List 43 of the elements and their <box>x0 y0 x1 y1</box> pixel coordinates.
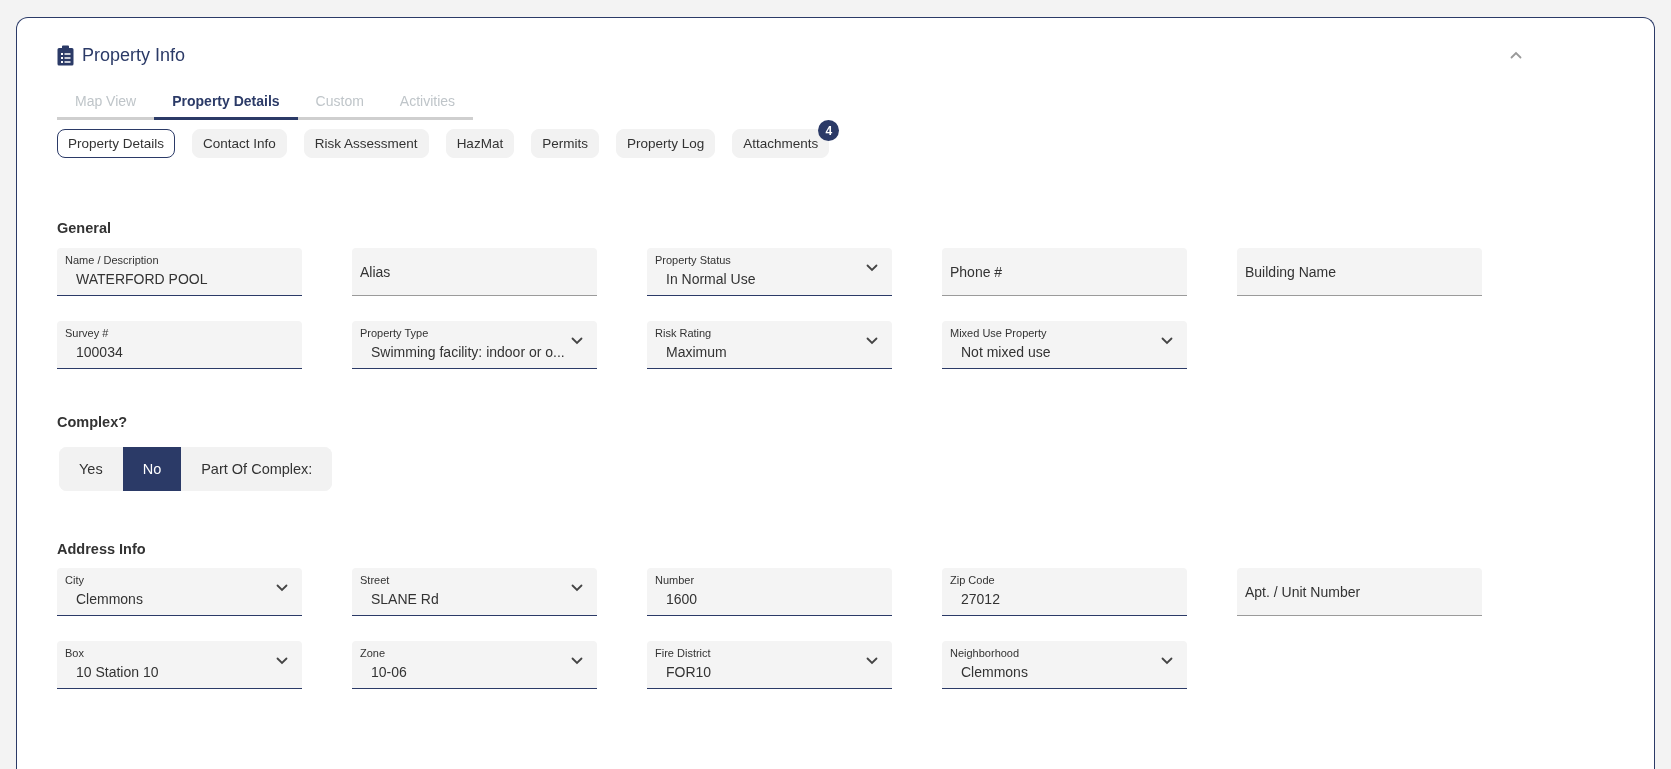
input-field[interactable]: Survey # 100034 <box>57 321 302 369</box>
chevron-down-icon <box>1161 337 1173 345</box>
dropdown-field[interactable]: Street SLANE Rd <box>352 568 597 616</box>
section-pill[interactable]: Contact Info <box>192 129 287 158</box>
dropdown-field[interactable]: Fire District FOR10 <box>647 641 892 689</box>
chevron-down-icon <box>866 657 878 665</box>
chevron-down-icon <box>276 657 288 665</box>
input-field[interactable]: Apt. / Unit Number <box>1237 568 1482 616</box>
input-field[interactable]: Zip Code 27012 <box>942 568 1187 616</box>
input-field[interactable]: Phone # <box>942 248 1187 296</box>
chevron-down-icon <box>866 337 878 345</box>
section-pill[interactable]: Property Details <box>57 129 176 158</box>
section-pill[interactable]: Permits <box>531 129 599 158</box>
segment-option[interactable]: No <box>122 447 182 491</box>
chevron-down-icon <box>571 584 583 592</box>
dropdown-field[interactable]: Zone 10-06 <box>352 641 597 689</box>
input-field[interactable]: Alias <box>352 248 597 296</box>
section-heading: Address Info <box>57 541 147 557</box>
chevron-down-icon <box>276 584 288 592</box>
dropdown-field[interactable]: Box 10 Station 10 <box>57 641 302 689</box>
count-badge: 4 <box>818 120 840 141</box>
input-field[interactable]: Building Name <box>1237 248 1482 296</box>
dropdown-field[interactable]: Neighborhood Clemmons <box>942 641 1187 689</box>
section-pill[interactable]: HazMat <box>445 129 515 158</box>
dropdown-field[interactable]: Risk Rating Maximum <box>647 321 892 369</box>
section-pill[interactable]: Risk Assessment <box>303 129 429 158</box>
chevron-down-icon <box>1161 657 1173 665</box>
card-title: Property Info <box>82 44 186 66</box>
clipboard-list-icon <box>57 44 74 66</box>
chevron-down-icon <box>866 264 878 272</box>
section-heading: Complex? <box>57 414 129 430</box>
tab[interactable]: Property Details <box>154 87 298 120</box>
input-field[interactable]: Name / Description WATERFORD POOL <box>57 248 302 296</box>
dropdown-field[interactable]: Property Type Swimming facility: indoor or o... <box>352 321 597 369</box>
dropdown-field[interactable]: Mixed Use Property Not mixed use <box>942 321 1187 369</box>
collapse-button[interactable] <box>1508 49 1524 61</box>
dropdown-field[interactable]: Property Status In Normal Use <box>647 248 892 296</box>
input-field[interactable]: Number 1600 <box>647 568 892 616</box>
chevron-down-icon <box>571 337 583 345</box>
chevron-down-icon <box>571 657 583 665</box>
section-pill[interactable]: Property Log <box>615 129 716 158</box>
dropdown-field[interactable]: City Clemmons <box>57 568 302 616</box>
section-heading: General <box>57 220 112 236</box>
